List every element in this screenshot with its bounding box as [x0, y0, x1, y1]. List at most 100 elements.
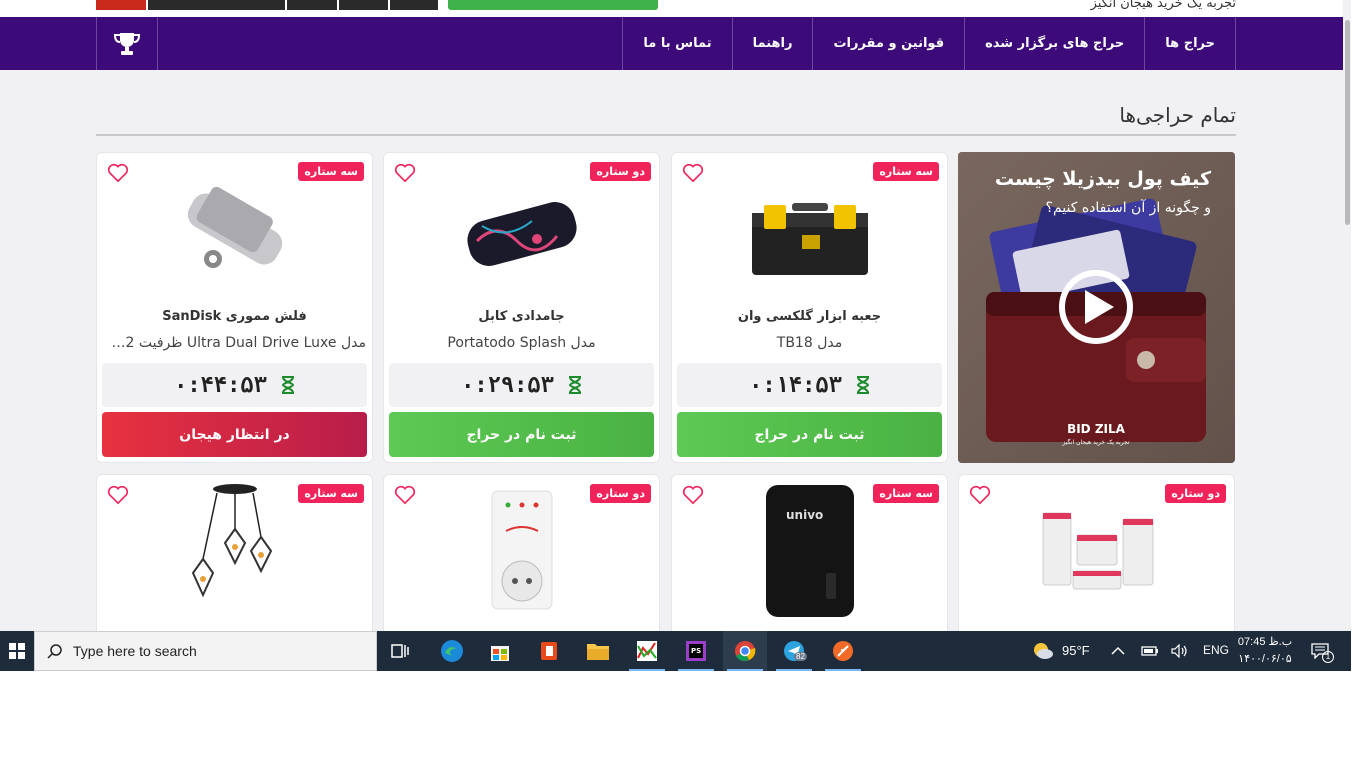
taskbar-search-box[interactable]: Type here to search	[34, 631, 377, 671]
promo-brand-tagline: تجربه یک خرید هیجان انگیز	[1062, 439, 1130, 446]
top-strip-red-block	[96, 0, 146, 10]
wallet-illustration	[958, 152, 1235, 463]
product-card[interactable]: سه ستاره جعبه ابزار گلکسی وان مدل TB18 ۰…	[671, 152, 948, 463]
site-tagline: تجربه یک خرید هیجان انگیز	[1090, 0, 1236, 11]
windows-taskbar: Type here to search PS 82 95°F ENG 07:45…	[0, 631, 1351, 671]
countdown-value: ۰:۲۹:۵۳	[461, 372, 554, 398]
hourglass-icon	[568, 376, 581, 394]
svg-text:univo: univo	[786, 508, 823, 522]
telegram-unread-badge: 82	[794, 652, 807, 661]
taskbar-phpstorm[interactable]: PS	[674, 631, 718, 671]
task-view-button[interactable]	[378, 631, 422, 671]
toolbox-image	[752, 203, 868, 275]
browser-viewport: تجربه یک خرید هیجان انگیز حراج ها حراج ه…	[0, 0, 1351, 631]
top-strip-green-button[interactable]	[448, 0, 658, 10]
countdown-value: ۰:۱۴:۵۳	[749, 372, 842, 398]
section-title: تمام حراجی‌ها	[1119, 103, 1236, 127]
heart-icon[interactable]	[107, 485, 129, 505]
product-card[interactable]: دو ستاره	[958, 474, 1235, 631]
nav-item-past-auctions[interactable]: حراج های برگزار شده	[964, 17, 1144, 70]
top-strip-dark-block	[148, 0, 285, 10]
taskbar-chrome[interactable]	[723, 631, 767, 671]
speaker-icon	[1171, 644, 1187, 658]
product-card[interactable]: دو ستاره جامدادی کابل مدل Portatodo Spla…	[383, 152, 660, 463]
product-card[interactable]: دو ستاره	[383, 474, 660, 631]
taskbar-store[interactable]	[478, 631, 522, 671]
volume-control[interactable]	[1168, 631, 1192, 671]
weather-widget[interactable]: 95°F	[1032, 639, 1094, 663]
taskbar-file-explorer[interactable]	[576, 631, 620, 671]
hourglass-icon	[281, 376, 294, 394]
hourglass-icon	[856, 376, 869, 394]
clock-time: 07:45 ب.ظ	[1237, 636, 1293, 648]
countdown-timer: ۰:۲۹:۵۳	[389, 363, 654, 407]
start-button[interactable]	[0, 631, 34, 671]
product-model: مدل TB18	[776, 335, 843, 351]
input-language[interactable]: ENG	[1203, 643, 1229, 657]
promo-title: کیف پول بیدزیلا چیست	[994, 168, 1211, 190]
heart-icon[interactable]	[969, 485, 991, 505]
battery-status[interactable]	[1138, 631, 1162, 671]
register-auction-button[interactable]: ثبت نام در حراج	[389, 412, 654, 457]
taskbar-clock[interactable]: 07:45 ب.ظ ۱۴۰۰/۰۶/۰۵	[1232, 634, 1298, 668]
taskbar-office[interactable]	[527, 631, 571, 671]
scrollbar-thumb[interactable]	[1345, 20, 1350, 225]
nav-item-rules[interactable]: قوانین و مقررات	[812, 17, 964, 70]
nav-item-guide[interactable]: راهنما	[731, 17, 813, 70]
heart-icon[interactable]	[394, 485, 416, 505]
top-strip-dark-block	[339, 0, 388, 10]
taskbar-stock-app[interactable]	[625, 631, 669, 671]
top-strip-dark-block	[287, 0, 337, 10]
food-containers-image	[1042, 512, 1154, 590]
product-title[interactable]: جامدادی کابل	[390, 309, 653, 324]
nav-menu: حراج ها حراج های برگزار شده قوانین و مقر…	[622, 17, 1236, 70]
heart-icon[interactable]	[107, 163, 129, 183]
promo-subtitle: و چگونه از آن استفاده کنیم؟	[1045, 200, 1211, 216]
trophy-icon	[113, 32, 141, 55]
product-title[interactable]: فلش مموری SanDisk	[103, 309, 366, 324]
top-strip-dark-block	[390, 0, 438, 10]
show-hidden-icons[interactable]	[1106, 631, 1130, 671]
office-icon	[541, 642, 557, 660]
weather-temp: 95°F	[1062, 643, 1090, 658]
pencil-case-image	[467, 202, 577, 266]
store-icon	[491, 646, 509, 661]
register-auction-button[interactable]: ثبت نام در حراج	[677, 412, 942, 457]
top-strip: تجربه یک خرید هیجان انگیز	[0, 0, 1351, 17]
section-divider	[96, 134, 1236, 136]
taskbar-telegram[interactable]: 82	[772, 631, 816, 671]
heart-icon[interactable]	[682, 163, 704, 183]
product-model: مدل Portatodo Splash	[447, 335, 596, 351]
task-view-icon	[391, 644, 409, 658]
chevron-up-icon	[1111, 646, 1125, 655]
taskbar-edge[interactable]	[430, 631, 474, 671]
heart-icon[interactable]	[394, 163, 416, 183]
chrome-icon	[735, 641, 756, 661]
empty-area	[0, 671, 1366, 768]
action-center-button[interactable]: 1	[1300, 631, 1340, 671]
nav-item-auctions[interactable]: حراج ها	[1144, 17, 1236, 70]
product-card[interactable]: سه ستاره فلش مموری SanDisk مدل Ultra Dua…	[96, 152, 373, 463]
product-card[interactable]: سه ستاره univo	[671, 474, 948, 631]
phpstorm-icon: PS	[686, 641, 706, 661]
heart-icon[interactable]	[682, 485, 704, 505]
promo-brand-logo: BID ZILA	[1067, 422, 1125, 436]
power-protector-image	[491, 490, 553, 610]
screen: تجربه یک خرید هیجان انگیز حراج ها حراج ه…	[0, 0, 1366, 768]
notification-count: 1	[1322, 651, 1334, 663]
waiting-button[interactable]: در انتظار هیجان	[102, 412, 367, 457]
wallet-promo-banner[interactable]: کیف پول بیدزیلا چیست و چگونه از آن استفا…	[958, 152, 1235, 463]
product-title[interactable]: جعبه ابزار گلکسی وان	[678, 309, 941, 324]
product-card[interactable]: سه ستاره	[96, 474, 373, 631]
power-bank-image: univo	[766, 485, 854, 617]
countdown-timer: ۰:۱۴:۵۳	[677, 363, 942, 407]
pendant-lamp-image	[191, 484, 273, 598]
trophy-button[interactable]	[96, 17, 158, 70]
search-icon	[47, 644, 62, 659]
main-navbar: حراج ها حراج های برگزار شده قوانین و مقر…	[0, 17, 1351, 70]
nav-item-contact[interactable]: تماس با ما	[622, 17, 731, 70]
edge-icon	[441, 640, 463, 662]
taskbar-feather-app[interactable]	[821, 631, 865, 671]
product-model: مدل Ultra Dual Drive Luxe ظرفیت 32 گیگاب…	[103, 335, 366, 351]
countdown-timer: ۰:۴۴:۵۳	[102, 363, 367, 407]
